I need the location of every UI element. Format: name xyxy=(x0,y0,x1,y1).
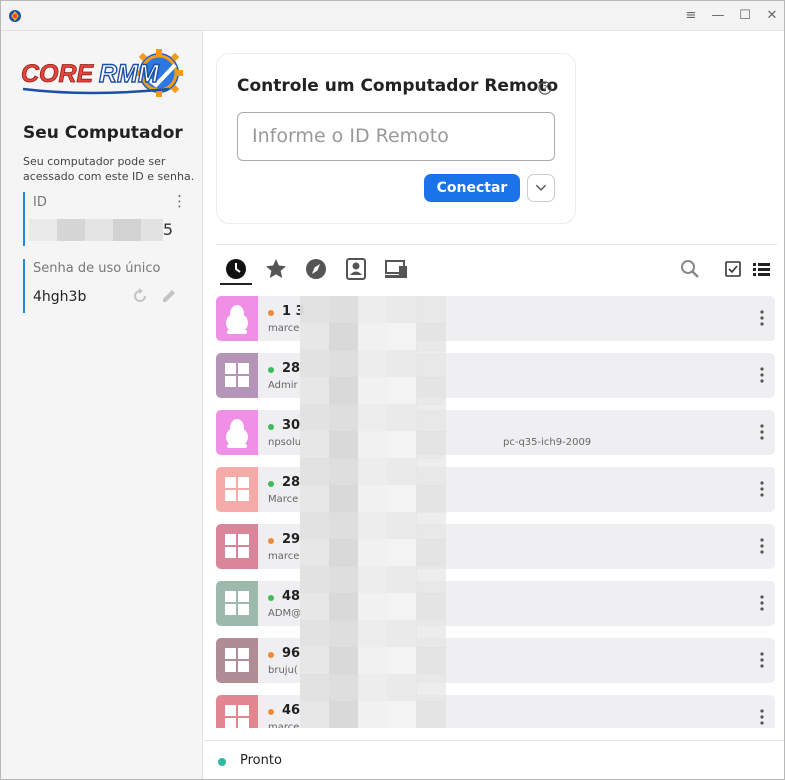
id-value-suffix: 5 xyxy=(162,220,173,239)
peer-id: 48 xyxy=(282,589,301,604)
main-panel: Controle um Computador Remoto ? Informe … xyxy=(204,31,784,779)
app-logo-icon xyxy=(9,10,21,22)
password-value: 4hgh3b xyxy=(33,289,87,305)
password-label: Senha de uso único xyxy=(33,261,161,276)
title-bar: ≡ — ☐ ✕ xyxy=(1,1,784,31)
linux-os-icon xyxy=(216,296,258,341)
chevron-down-icon[interactable] xyxy=(527,174,555,202)
more-vert-icon[interactable] xyxy=(757,422,767,442)
id-value[interactable]: 5 xyxy=(29,219,173,241)
more-vert-icon[interactable] xyxy=(757,650,767,670)
more-vert-icon[interactable] xyxy=(757,593,767,613)
your-computer-description: Seu computador pode ser acessado com est… xyxy=(23,155,195,183)
peer-card[interactable]: 29 marce xyxy=(216,524,775,569)
online-status-dot xyxy=(268,310,274,316)
app-window: ≡ — ☐ ✕ CORE RMM Seu Computador Seu comp… xyxy=(0,0,785,780)
peer-id: 30 xyxy=(282,418,301,433)
status-bar: Pronto xyxy=(204,740,784,779)
star-icon[interactable] xyxy=(263,255,289,283)
sidebar: CORE RMM Seu Computador Seu computador p… xyxy=(1,31,203,779)
peer-card[interactable]: 96 bruju( xyxy=(216,638,775,683)
more-vert-icon[interactable] xyxy=(757,308,767,328)
more-vert-icon[interactable] xyxy=(757,479,767,499)
peer-username: marce xyxy=(268,323,300,334)
close-button[interactable]: ✕ xyxy=(762,6,782,26)
peer-card[interactable]: 28 Admir xyxy=(216,353,775,398)
help-icon[interactable]: ? xyxy=(538,81,552,95)
status-text: Pronto xyxy=(240,753,282,768)
peer-card[interactable]: 46 marce xyxy=(216,695,775,728)
more-vert-icon[interactable] xyxy=(757,365,767,385)
section-divider xyxy=(216,244,778,245)
remote-control-title: Controle um Computador Remoto xyxy=(237,76,559,96)
online-status-dot xyxy=(268,709,274,715)
connect-button[interactable]: Conectar xyxy=(424,174,520,202)
more-vert-icon[interactable] xyxy=(757,536,767,556)
windows-os-icon xyxy=(216,638,258,683)
peer-card[interactable]: 48 ADM@ xyxy=(216,581,775,626)
password-section: Senha de uso único 4hgh3b xyxy=(23,259,189,313)
peer-username: bruju( xyxy=(268,665,298,676)
online-status-dot xyxy=(268,367,274,373)
windows-os-icon xyxy=(216,524,258,569)
list-view-icon[interactable] xyxy=(751,259,771,279)
peer-id: 46 xyxy=(282,703,301,718)
peer-list: 1 3 marce 28 Admir 30 npsolu pc-q35-ich9-2009 2… xyxy=(216,296,776,728)
svg-text:?: ? xyxy=(543,85,548,95)
refresh-icon[interactable] xyxy=(131,287,149,305)
peer-id: 96 xyxy=(282,646,301,661)
peer-card[interactable]: 28 Marce xyxy=(216,467,775,512)
corermm-logo: CORE RMM xyxy=(21,49,183,97)
windows-os-icon xyxy=(216,353,258,398)
windows-os-icon xyxy=(216,467,258,512)
peer-username: marce xyxy=(268,722,300,728)
peer-id: 29 xyxy=(282,532,301,547)
menu-icon[interactable]: ≡ xyxy=(681,6,701,26)
peer-id: 1 3 xyxy=(282,304,305,319)
online-status-dot xyxy=(268,424,274,430)
online-status-dot xyxy=(268,652,274,658)
peer-id: 28 xyxy=(282,361,301,376)
peer-username: marce xyxy=(268,551,300,562)
address-book-icon[interactable] xyxy=(343,255,369,283)
peer-username: npsolu xyxy=(268,437,302,448)
windows-os-icon xyxy=(216,581,258,626)
peer-username: Marce xyxy=(268,494,299,505)
more-vert-icon[interactable]: ⋮ xyxy=(172,192,187,210)
clock-icon[interactable] xyxy=(223,255,249,283)
logo-text-rmm: RMM xyxy=(99,60,160,88)
online-status-dot xyxy=(268,481,274,487)
peer-username: Admir xyxy=(268,380,298,391)
compass-icon[interactable] xyxy=(303,255,329,283)
your-computer-title: Seu Computador xyxy=(23,123,183,143)
online-status-dot xyxy=(268,595,274,601)
tab-active-indicator xyxy=(220,283,252,285)
linux-os-icon xyxy=(216,410,258,455)
id-label: ID xyxy=(33,195,47,210)
peer-hostname: pc-q35-ich9-2009 xyxy=(503,437,592,448)
search-icon[interactable] xyxy=(680,259,700,279)
select-checkbox-icon[interactable] xyxy=(723,259,743,279)
edit-pencil-icon[interactable] xyxy=(160,287,178,305)
logo-text-core: CORE xyxy=(21,60,95,88)
status-indicator xyxy=(218,758,226,766)
remote-control-card: Controle um Computador Remoto ? Informe … xyxy=(216,53,576,224)
minimize-button[interactable]: — xyxy=(708,6,728,26)
peer-card[interactable]: 30 npsolu pc-q35-ich9-2009 xyxy=(216,410,775,455)
devices-icon[interactable] xyxy=(383,255,409,283)
id-section: ID ⋮ 5 xyxy=(23,192,189,246)
windows-os-icon xyxy=(216,695,258,728)
remote-id-input[interactable]: Informe o ID Remoto xyxy=(237,112,555,161)
peer-card[interactable]: 1 3 marce xyxy=(216,296,775,341)
more-vert-icon[interactable] xyxy=(757,707,767,727)
maximize-button[interactable]: ☐ xyxy=(735,6,755,26)
peer-username: ADM@ xyxy=(268,608,302,619)
online-status-dot xyxy=(268,538,274,544)
peer-id: 28 xyxy=(282,475,301,490)
